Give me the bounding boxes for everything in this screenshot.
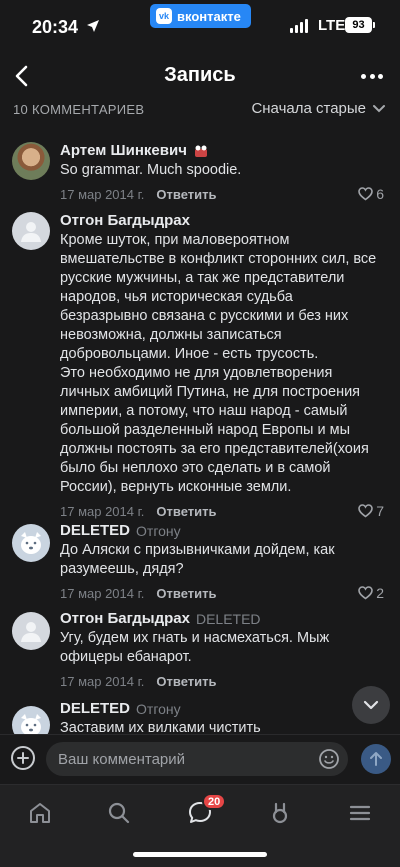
status-bar: 20:34 vk вконтакте LTE 93 bbox=[0, 0, 400, 52]
search-icon bbox=[108, 802, 130, 824]
comment-item: Отгон Багдыдрах DELETED Угу, будем их гн… bbox=[0, 605, 400, 699]
location-arrow-icon bbox=[87, 20, 99, 32]
default-user-icon bbox=[21, 622, 41, 642]
attach-button[interactable] bbox=[11, 746, 35, 770]
comment-item: DELETED Отгону До Аляски с призывничками… bbox=[0, 517, 400, 605]
tab-messages[interactable]: 20 bbox=[180, 793, 227, 831]
avatar[interactable] bbox=[12, 142, 50, 180]
deleted-dog-icon bbox=[21, 532, 41, 554]
dot bbox=[369, 73, 375, 79]
send-button[interactable] bbox=[361, 744, 391, 774]
reply-button[interactable]: Ответить bbox=[156, 586, 216, 601]
emoji-icon[interactable] bbox=[318, 748, 340, 770]
emoji-badge-icon bbox=[194, 145, 207, 157]
reply-to-label[interactable]: Отгону bbox=[136, 521, 181, 541]
hamburger-icon bbox=[349, 805, 371, 821]
comment-item: Артем Шинкевич So grammar. Much spoodie.… bbox=[0, 135, 400, 202]
heart-icon bbox=[358, 504, 374, 518]
clips-icon bbox=[272, 802, 288, 824]
comment-date: 17 мар 2014 г. bbox=[60, 186, 145, 202]
status-time: 20:34 bbox=[32, 17, 79, 37]
comment-date: 17 мар 2014 г. bbox=[60, 585, 145, 601]
messages-badge: 20 bbox=[202, 793, 227, 810]
scroll-down-button[interactable] bbox=[352, 686, 390, 724]
comment-item: DELETED Отгону Заставим их вилками чисти… bbox=[0, 699, 400, 744]
tab-menu[interactable] bbox=[340, 795, 380, 831]
reply-to-label[interactable]: Отгону bbox=[136, 699, 181, 719]
reply-button[interactable]: Ответить bbox=[156, 187, 216, 202]
chevron-down-icon bbox=[363, 700, 379, 710]
tab-home[interactable] bbox=[20, 795, 60, 831]
comment-text: До Аляски с призывничками дойдем, как ра… bbox=[60, 542, 339, 577]
plus-icon bbox=[17, 752, 29, 764]
avatar[interactable] bbox=[12, 212, 50, 250]
tab-search[interactable] bbox=[99, 795, 139, 831]
comment-author[interactable]: DELETED bbox=[60, 699, 130, 719]
battery-tip bbox=[373, 22, 375, 28]
heart-icon bbox=[358, 187, 374, 201]
app-return-pill[interactable]: vk вконтакте bbox=[150, 4, 251, 28]
comment-text: So grammar. Much spoodie. bbox=[60, 162, 242, 178]
comment-field-wrapper bbox=[46, 742, 348, 776]
app-return-label: вконтакте bbox=[177, 8, 241, 24]
reply-to-label[interactable]: DELETED bbox=[196, 609, 261, 629]
avatar[interactable] bbox=[12, 524, 50, 562]
comment-author[interactable]: DELETED bbox=[60, 521, 130, 541]
comment-text: Угу, будем их гнать и насмехаться. Мыж о… bbox=[60, 630, 334, 665]
comment-author[interactable]: Отгон Багдыдрах bbox=[60, 211, 190, 231]
comments-header: 10 КОММЕНТАРИЕВ Сначала старые bbox=[0, 100, 400, 132]
comment-author[interactable]: Отгон Багдыдрах bbox=[60, 609, 190, 629]
comment-item: Отгон Багдыдрах Кроме шуток, при маловер… bbox=[0, 205, 400, 519]
nav-bar: Запись bbox=[0, 52, 400, 100]
like-count: 6 bbox=[376, 186, 384, 202]
comment-author[interactable]: Артем Шинкевич bbox=[60, 141, 187, 161]
default-user-icon bbox=[21, 222, 41, 242]
tab-clips[interactable] bbox=[260, 795, 300, 831]
heart-icon bbox=[358, 586, 374, 600]
comments-list: Артем Шинкевич So grammar. Much spoodie.… bbox=[0, 135, 400, 744]
comment-text: Кроме шуток, при маловероятном вмешатель… bbox=[60, 232, 377, 495]
like-count: 2 bbox=[376, 585, 384, 601]
home-indicator bbox=[133, 852, 267, 857]
comment-compose-bar bbox=[0, 734, 400, 784]
home-icon bbox=[30, 803, 50, 823]
comment-date: 17 мар 2014 г. bbox=[60, 673, 145, 689]
signal-icon bbox=[290, 19, 308, 33]
more-options-button[interactable] bbox=[358, 64, 386, 88]
comment-input[interactable] bbox=[58, 742, 308, 776]
arrow-up-icon bbox=[370, 752, 382, 766]
dot bbox=[378, 73, 383, 79]
sort-dropdown[interactable]: Сначала старые bbox=[251, 100, 386, 117]
like-button[interactable]: 2 bbox=[358, 585, 384, 601]
network-type: LTE bbox=[318, 17, 346, 34]
like-button[interactable]: 6 bbox=[358, 186, 384, 202]
battery-icon: 93 bbox=[345, 17, 372, 33]
reply-button[interactable]: Ответить bbox=[156, 674, 216, 689]
page-title: Запись bbox=[164, 64, 236, 86]
dot bbox=[361, 73, 366, 79]
chevron-down-icon bbox=[373, 104, 385, 112]
sort-label: Сначала старые bbox=[251, 100, 366, 117]
avatar[interactable] bbox=[12, 612, 50, 650]
comments-count: 10 КОММЕНТАРИЕВ bbox=[13, 102, 145, 117]
vk-logo: vk bbox=[156, 8, 172, 24]
